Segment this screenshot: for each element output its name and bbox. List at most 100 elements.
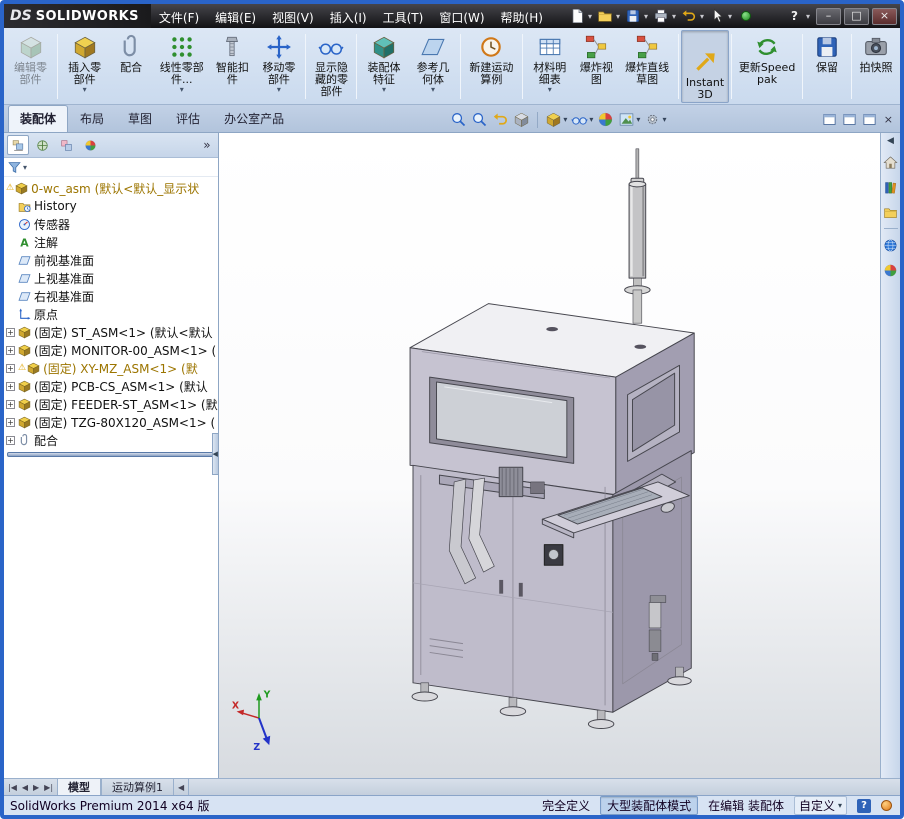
chevron-down-icon[interactable]: ▾	[700, 12, 704, 21]
ribbon-button-take-snapshot[interactable]: 拍快照	[854, 30, 898, 103]
ribbon-button-new-motion-study[interactable]: 新建运动算例	[463, 30, 521, 103]
chevron-down-icon[interactable]: ▾	[806, 12, 810, 21]
expander-icon[interactable]: +	[6, 399, 15, 409]
large-assembly-mode-toggle[interactable]: 大型装配体模式	[600, 796, 699, 815]
ribbon-button-instant3d[interactable]: Instant3D	[681, 30, 730, 103]
forum-button[interactable]	[882, 236, 900, 254]
ribbon-button-smart-fasteners[interactable]: 智能扣件	[210, 30, 254, 103]
tab-evaluate[interactable]: 评估	[164, 105, 212, 132]
new-document-button[interactable]	[567, 7, 587, 25]
ribbon-button-edit-component[interactable]: 编辑零部件	[6, 30, 55, 103]
first-tab-button[interactable]: |◀	[6, 783, 19, 792]
featuremanager-tab[interactable]	[7, 135, 29, 155]
displaymanager-tab[interactable]	[79, 135, 101, 155]
tab-sketch[interactable]: 草图	[116, 105, 164, 132]
menu-insert[interactable]: 插入(I)	[322, 4, 375, 28]
task-pane-expand-button[interactable]: ◀	[887, 136, 894, 146]
quick-tips-help-button[interactable]: ?	[857, 798, 871, 813]
save-button[interactable]	[623, 7, 643, 25]
edit-appearance-button[interactable]	[596, 110, 615, 129]
tab-model[interactable]: 模型	[57, 779, 102, 795]
propertymanager-tab[interactable]	[31, 135, 53, 155]
ribbon-button-insert-component[interactable]: 插入零部件 ▾	[60, 30, 109, 103]
ribbon-button-bom[interactable]: 材料明细表 ▾	[525, 30, 574, 103]
tree-item-right-plane[interactable]: 右视基准面	[4, 287, 218, 305]
help-button[interactable]: ?	[787, 9, 802, 23]
maximize-button[interactable]: □	[844, 7, 869, 25]
menu-edit[interactable]: 编辑(E)	[207, 4, 264, 28]
tree-item-assembly-root[interactable]: ⚠ 0-wc_asm (默认<默认_显示状	[4, 179, 218, 197]
minimize-button[interactable]: –	[816, 7, 841, 25]
display-style-button[interactable]: ▾	[544, 110, 568, 129]
hide-show-items-button[interactable]: ▾	[570, 110, 594, 129]
panel-collapse-handle[interactable]: ◀	[211, 433, 219, 475]
custom-dropdown[interactable]: 自定义 ▾	[793, 796, 847, 815]
chevron-down-icon[interactable]: ▾	[672, 12, 676, 21]
previous-view-button[interactable]	[491, 110, 510, 129]
ribbon-button-reference-geometry[interactable]: 参考几何体 ▾	[409, 30, 458, 103]
menu-window[interactable]: 窗口(W)	[431, 4, 492, 28]
expander-icon[interactable]: +	[6, 345, 15, 355]
tree-item-sensors[interactable]: 传感器	[4, 215, 218, 233]
apply-scene-button[interactable]: ▾	[617, 110, 641, 129]
tree-item-component[interactable]: + ⚠ (固定) XY-MZ_ASM<1> (默	[4, 359, 218, 377]
menu-view[interactable]: 视图(V)	[264, 4, 322, 28]
ribbon-button-assembly-features[interactable]: 装配体特征 ▾	[359, 30, 408, 103]
ribbon-button-show-hidden[interactable]: 显示隐藏的零部件	[308, 30, 354, 103]
expander-icon[interactable]: +	[6, 381, 15, 391]
tree-item-component[interactable]: + (固定) MONITOR-00_ASM<1> (	[4, 341, 218, 359]
file-explorer-button[interactable]	[882, 203, 900, 221]
tree-item-top-plane[interactable]: 上视基准面	[4, 269, 218, 287]
tab-assembly[interactable]: 装配体	[8, 105, 69, 132]
panel-overflow-button[interactable]: »	[199, 138, 214, 152]
print-button[interactable]	[651, 7, 671, 25]
chevron-down-icon[interactable]: ▾	[728, 12, 732, 21]
chevron-down-icon[interactable]: ▾	[23, 163, 27, 172]
appearances-button[interactable]	[882, 261, 900, 279]
undo-button[interactable]	[679, 7, 699, 25]
expander-icon[interactable]: +	[6, 435, 15, 445]
menu-help[interactable]: 帮助(H)	[493, 4, 551, 28]
tab-office-products[interactable]: 办公室产品	[212, 105, 296, 132]
expander-icon[interactable]: +	[6, 327, 15, 337]
tab-motion-study-1[interactable]: 运动算例1	[101, 779, 175, 795]
tree-item-mates[interactable]: + 配合	[4, 431, 218, 449]
ribbon-button-keep[interactable]: 保留	[805, 30, 849, 103]
filter-funnel-icon[interactable]	[8, 161, 21, 174]
open-button[interactable]	[595, 7, 615, 25]
last-tab-button[interactable]: ▶|	[42, 783, 55, 792]
chevron-down-icon[interactable]: ▾	[588, 12, 592, 21]
ribbon-button-explode-line-sketch[interactable]: 爆炸直线草图	[618, 30, 676, 103]
section-view-button[interactable]	[512, 110, 531, 129]
zoom-fit-button[interactable]	[449, 110, 468, 129]
tree-item-component[interactable]: + (固定) TZG-80X120_ASM<1> (	[4, 413, 218, 431]
chevron-down-icon[interactable]: ▾	[644, 12, 648, 21]
ribbon-button-exploded-view[interactable]: 爆炸视图	[574, 30, 618, 103]
view-settings-button[interactable]: ▾	[643, 110, 667, 129]
rollback-bar[interactable]	[7, 452, 215, 457]
menu-tools[interactable]: 工具(T)	[375, 4, 432, 28]
close-pane-button[interactable]: ×	[881, 113, 896, 126]
design-library-button[interactable]	[882, 178, 900, 196]
tree-item-component[interactable]: + (固定) ST_ASM<1> (默认<默认	[4, 323, 218, 341]
chevron-down-icon[interactable]: ▾	[616, 12, 620, 21]
pane-split-right-button[interactable]	[841, 111, 858, 128]
tree-item-component[interactable]: + (固定) FEEDER-ST_ASM<1> (默	[4, 395, 218, 413]
expander-icon[interactable]: +	[6, 363, 15, 373]
tree-item-component[interactable]: + (固定) PCB-CS_ASM<1> (默认	[4, 377, 218, 395]
select-button[interactable]	[707, 7, 727, 25]
tree-item-history[interactable]: History	[4, 197, 218, 215]
pane-float-button[interactable]	[861, 111, 878, 128]
tree-item-origin[interactable]: 原点	[4, 305, 218, 323]
zoom-area-button[interactable]	[470, 110, 489, 129]
ribbon-button-update-speedpak[interactable]: 更新Speedpak	[734, 30, 800, 103]
expander-icon[interactable]: +	[6, 417, 15, 427]
prev-tab-button[interactable]: ◀	[20, 783, 30, 792]
resources-home-button[interactable]	[882, 153, 900, 171]
tree-item-front-plane[interactable]: 前视基准面	[4, 251, 218, 269]
ribbon-button-mate[interactable]: 配合	[109, 30, 153, 103]
next-tab-button[interactable]: ▶	[31, 783, 41, 792]
ribbon-button-move-component[interactable]: 移动零部件 ▾	[254, 30, 303, 103]
ribbon-button-linear-pattern[interactable]: 线性零部件... ▾	[153, 30, 210, 103]
menu-file[interactable]: 文件(F)	[151, 4, 207, 28]
